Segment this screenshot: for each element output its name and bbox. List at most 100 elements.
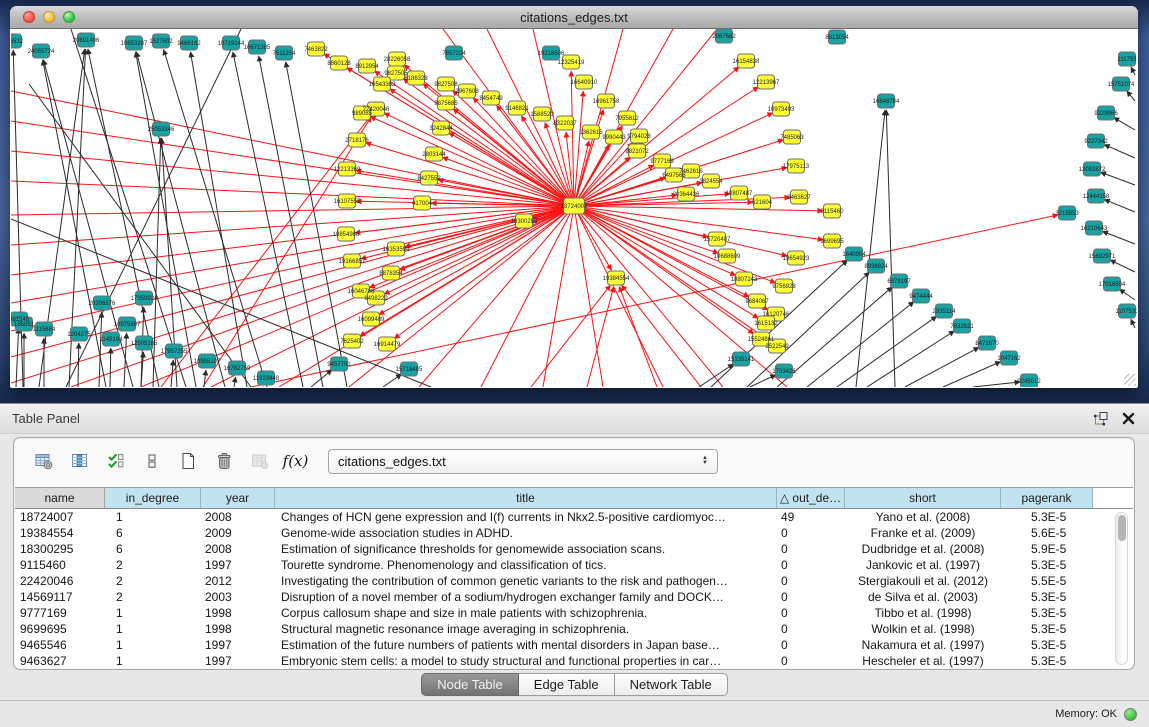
citation-edge-black[interactable]	[867, 331, 954, 387]
network-node-label: 1362615	[579, 130, 603, 136]
citation-edge-black[interactable]	[190, 52, 247, 387]
citation-edge-red[interactable]	[384, 206, 574, 294]
resize-grip[interactable]	[1124, 374, 1136, 386]
citation-edge-black[interactable]	[973, 382, 1020, 387]
citation-edge-black[interactable]	[1104, 199, 1135, 212]
window-titlebar[interactable]: citations_edges.txt	[10, 6, 1138, 29]
table-scrollbar[interactable]	[1115, 512, 1128, 665]
citation-edge-red[interactable]	[574, 206, 823, 211]
citation-edge-black[interactable]	[16, 328, 19, 387]
select-all-icon[interactable]	[102, 448, 129, 475]
table-row[interactable]: 1938455462009Genome-wide association stu…	[15, 525, 1133, 541]
table-row[interactable]: 2242004622012Investigating the contribut…	[15, 573, 1133, 589]
citation-edge-red[interactable]	[211, 206, 574, 387]
tab-network-table[interactable]: Network Table	[615, 673, 728, 696]
citation-edge-red[interactable]	[419, 206, 574, 387]
citation-edge-black[interactable]	[66, 29, 241, 387]
citation-edge-red[interactable]	[449, 133, 574, 206]
citation-edge-black[interactable]	[1104, 145, 1135, 158]
citation-edge-red[interactable]	[531, 285, 610, 387]
table-row[interactable]: 1872400712008Changes of HCN gene express…	[15, 509, 1133, 525]
table-cell-in_degree: 1	[105, 637, 201, 653]
network-node-label: 1204275	[67, 332, 91, 338]
citation-edge-black[interactable]	[1100, 172, 1135, 185]
citation-edge-black[interactable]	[124, 333, 127, 387]
citation-edge-red[interactable]	[11, 206, 574, 245]
table-cell-out_degree: 0	[777, 621, 845, 637]
citation-edge-red[interactable]	[574, 110, 603, 206]
citation-edge-red[interactable]	[574, 206, 603, 387]
citation-edge-black[interactable]	[286, 62, 347, 387]
network-node-label: 15692971	[1089, 254, 1116, 260]
column-header-pagerank[interactable]: pagerank	[1001, 488, 1093, 508]
table-row[interactable]: 946362711997Embryonic stem cells: a mode…	[15, 653, 1133, 668]
network-canvas[interactable]: 1872400712325419166409101696175879558128…	[11, 29, 1137, 387]
table-row[interactable]: 1830029562008Estimation of significance …	[15, 541, 1133, 557]
rows-icon[interactable]	[138, 448, 165, 475]
citation-edge-black[interactable]	[886, 110, 895, 387]
citation-edge-black[interactable]	[383, 374, 402, 387]
citation-edge-black[interactable]	[1110, 260, 1135, 272]
citation-edge-black[interactable]	[234, 377, 236, 387]
table-row[interactable]: 911546021997Tourette syndrome. Phenomeno…	[15, 557, 1133, 573]
citation-edge-black[interactable]	[1102, 231, 1135, 244]
citation-edge-black[interactable]	[78, 343, 79, 387]
new-file-icon[interactable]	[174, 448, 201, 475]
tab-edge-table[interactable]: Edge Table	[519, 673, 615, 696]
scrollbar-thumb[interactable]	[1118, 515, 1126, 541]
citation-edge-red[interactable]	[11, 206, 574, 215]
table-row[interactable]: 977716911998Corpus callosum shape and si…	[15, 605, 1133, 621]
close-panel-icon[interactable]	[1122, 412, 1135, 425]
table-selector-dropdown[interactable]: citations_edges.txt▲▼	[328, 449, 718, 474]
network-node-label: 9245012	[1017, 379, 1041, 385]
table-cell-title: Embryonic stem cells: a model to study s…	[275, 653, 777, 668]
citation-edge-black[interactable]	[1114, 118, 1135, 130]
citation-edge-red[interactable]	[574, 206, 776, 283]
fx-icon[interactable]: f(x)	[282, 448, 309, 475]
column-header-in_degree[interactable]: in_degree	[105, 488, 201, 508]
maximize-window-button[interactable]	[63, 11, 75, 23]
citation-edge-black[interactable]	[943, 362, 1001, 387]
column-header-short[interactable]: short	[845, 488, 1001, 508]
citation-edge-black[interactable]	[1127, 91, 1135, 101]
citation-edge-red[interactable]	[574, 206, 718, 253]
column-header-name[interactable]: name	[15, 488, 105, 508]
citation-edge-black[interactable]	[1119, 289, 1135, 300]
citation-edge-black[interactable]	[699, 364, 734, 387]
column-header-title[interactable]: title	[275, 488, 777, 508]
column-header-out_degree[interactable]: △ out_de…	[777, 488, 845, 508]
citation-edge-black[interactable]	[1131, 67, 1135, 75]
trash-icon[interactable]	[210, 448, 237, 475]
table-row[interactable]: 946554611997Estimation of the future num…	[15, 637, 1133, 653]
table-settings-icon[interactable]	[30, 448, 57, 475]
network-node-label: 8427552	[417, 176, 441, 182]
column-header-year[interactable]: year	[201, 488, 275, 508]
citation-edge-red[interactable]	[543, 206, 574, 387]
close-window-button[interactable]	[23, 11, 35, 23]
citation-edge-red[interactable]	[11, 206, 574, 383]
memory-ok-indicator[interactable]	[1124, 708, 1137, 721]
network-node-label: 9498222	[364, 296, 388, 302]
citation-edge-red[interactable]	[574, 29, 717, 206]
table-row[interactable]: 969969511998Structural magnetic resonanc…	[15, 621, 1133, 637]
float-panel-icon[interactable]	[1094, 411, 1109, 426]
citation-edge-red[interactable]	[481, 206, 574, 387]
citation-edge-red[interactable]	[11, 151, 574, 206]
table-column-icon[interactable]	[66, 448, 93, 475]
header-filler	[1093, 488, 1133, 508]
citation-edge-black[interactable]	[905, 347, 979, 387]
table-cell-pagerank: 5.5E-5	[1001, 573, 1093, 589]
citation-edge-black[interactable]	[1131, 319, 1135, 328]
minimize-window-button[interactable]	[43, 11, 55, 23]
citation-edge-black[interactable]	[110, 348, 111, 387]
delete-table-icon[interactable]	[246, 448, 273, 475]
citation-edge-red[interactable]	[622, 285, 701, 387]
network-node-label: 11923448	[253, 376, 280, 382]
table-row[interactable]: 1456911722003Disruption of a novel membe…	[15, 589, 1133, 605]
citation-edge-red[interactable]	[11, 206, 574, 303]
citation-edge-black[interactable]	[164, 50, 267, 387]
citation-edge-red[interactable]	[399, 206, 574, 270]
tab-node-table[interactable]: Node Table	[421, 673, 519, 696]
network-graph[interactable]: 1872400712325419166409101696175879558128…	[11, 29, 1137, 387]
citation-edge-red[interactable]	[379, 206, 574, 315]
